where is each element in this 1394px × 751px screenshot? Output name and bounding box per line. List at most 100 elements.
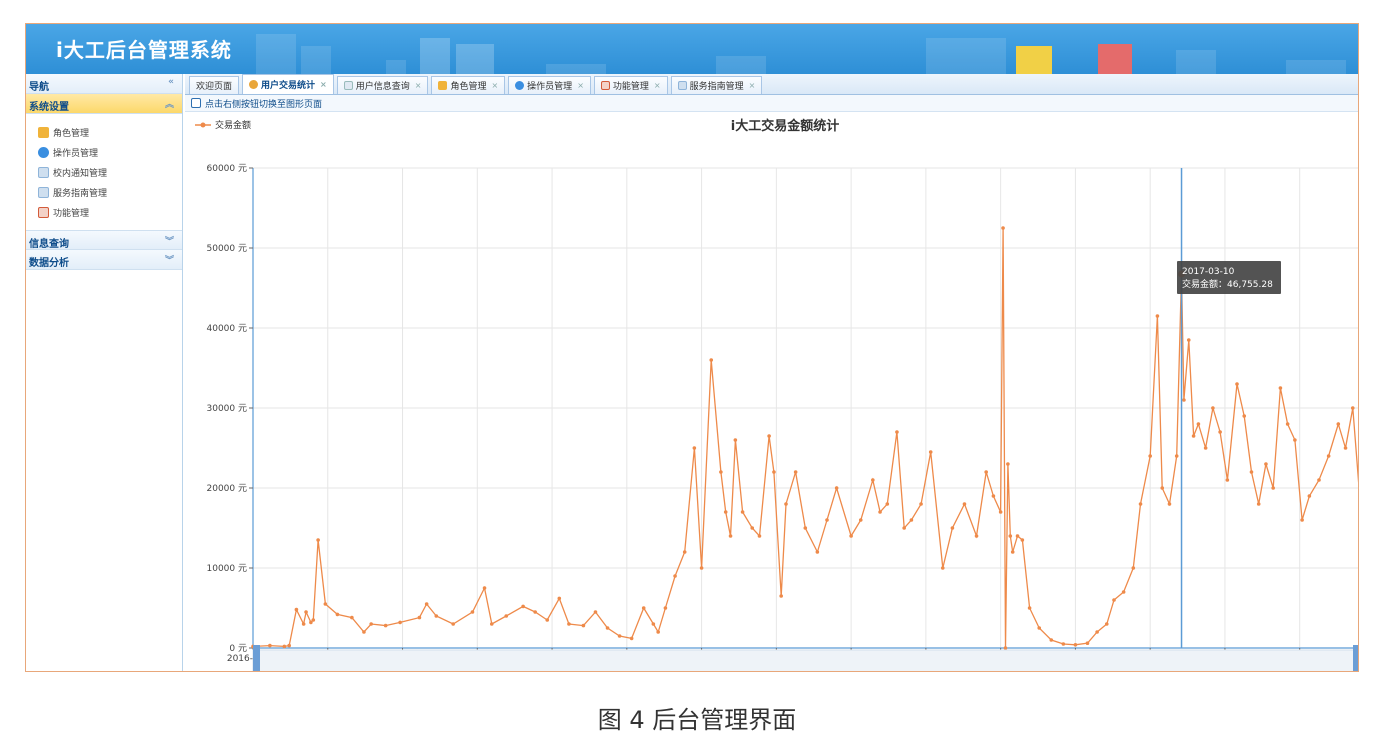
data-point[interactable] (793, 470, 798, 474)
data-point[interactable] (858, 518, 863, 522)
data-point[interactable] (294, 607, 299, 612)
data-point[interactable] (928, 450, 933, 454)
save-icon[interactable] (191, 98, 201, 108)
data-point[interactable] (489, 622, 494, 626)
data-point[interactable] (651, 622, 656, 626)
data-point[interactable] (750, 526, 755, 530)
data-point[interactable] (504, 614, 509, 618)
data-point[interactable] (699, 566, 704, 570)
data-point[interactable] (871, 478, 875, 482)
data-point[interactable] (1278, 386, 1283, 390)
data-point[interactable] (733, 438, 738, 442)
data-point[interactable] (803, 526, 808, 530)
data-point[interactable] (417, 615, 422, 620)
data-point[interactable] (362, 630, 366, 634)
data-point[interactable] (815, 550, 820, 554)
data-point[interactable] (369, 622, 373, 626)
data-point[interactable] (1182, 398, 1186, 402)
data-point[interactable] (1006, 462, 1010, 466)
data-point[interactable] (663, 606, 668, 610)
data-point[interactable] (673, 574, 677, 578)
data-point[interactable] (682, 550, 687, 554)
data-point[interactable] (740, 510, 745, 514)
data-point[interactable] (1148, 454, 1152, 458)
data-point[interactable] (692, 446, 697, 450)
data-point[interactable] (470, 610, 475, 614)
data-point[interactable] (287, 643, 291, 648)
data-point[interactable] (767, 434, 771, 438)
data-point[interactable] (1264, 462, 1268, 466)
zoom-slider[interactable] (252, 645, 1359, 672)
data-point[interactable] (1104, 622, 1109, 626)
data-point[interactable] (350, 615, 354, 620)
data-point[interactable] (1317, 478, 1321, 482)
data-point[interactable] (1242, 414, 1247, 418)
data-point[interactable] (719, 470, 723, 474)
data-point[interactable] (282, 644, 287, 649)
data-point[interactable] (1160, 486, 1165, 490)
tab-user-info[interactable]: 用户信息查询 × (336, 76, 429, 94)
data-point[interactable] (557, 596, 562, 601)
data-point[interactable] (641, 606, 646, 610)
data-point[interactable] (1271, 486, 1275, 490)
data-point[interactable] (617, 634, 622, 638)
data-point[interactable] (1196, 422, 1201, 426)
zoom-handle-left[interactable] (253, 645, 260, 672)
sidebar-section-info-query[interactable]: 信息查询 ︾ (26, 230, 182, 250)
data-point[interactable] (1350, 406, 1355, 410)
data-point[interactable] (1037, 626, 1042, 630)
data-point[interactable] (1073, 643, 1078, 647)
data-point[interactable] (1095, 630, 1099, 634)
data-point[interactable] (1001, 226, 1005, 230)
data-point[interactable] (1225, 478, 1230, 482)
data-point[interactable] (834, 486, 839, 490)
data-point[interactable] (1307, 494, 1312, 498)
data-point[interactable] (998, 510, 1003, 514)
data-point[interactable] (581, 623, 586, 628)
data-point[interactable] (1336, 422, 1341, 426)
data-point[interactable] (885, 502, 890, 506)
data-point[interactable] (1085, 641, 1090, 645)
data-point[interactable] (1020, 538, 1025, 542)
data-point[interactable] (895, 430, 899, 434)
data-point[interactable] (757, 534, 762, 538)
close-icon[interactable]: × (491, 81, 498, 90)
data-point[interactable] (974, 534, 979, 538)
data-point[interactable] (902, 526, 906, 530)
data-point[interactable] (323, 602, 328, 606)
data-point[interactable] (962, 502, 967, 506)
data-point[interactable] (849, 534, 853, 538)
data-point[interactable] (909, 518, 914, 522)
data-point[interactable] (451, 622, 455, 626)
legend-label[interactable]: 交易金额 (215, 119, 251, 131)
data-point[interactable] (521, 604, 525, 609)
tab-guides[interactable]: 服务指南管理 × (670, 76, 763, 94)
tab-operators[interactable]: 操作员管理 × (508, 76, 591, 94)
close-icon[interactable]: × (749, 81, 756, 90)
zoom-handle-right[interactable] (1353, 645, 1359, 672)
data-point[interactable] (772, 470, 776, 474)
data-point[interactable] (316, 538, 320, 542)
data-point[interactable] (1015, 534, 1020, 538)
collapse-icon[interactable]: « (168, 77, 174, 87)
data-point[interactable] (1010, 550, 1015, 554)
data-point[interactable] (567, 622, 571, 626)
data-point[interactable] (991, 494, 996, 498)
data-point[interactable] (434, 614, 439, 618)
data-point[interactable] (1138, 502, 1143, 506)
data-point[interactable] (1285, 422, 1290, 426)
data-point[interactable] (268, 643, 272, 648)
tab-user-transactions[interactable]: 用户交易统计 × (242, 74, 334, 94)
data-point[interactable] (1061, 642, 1066, 646)
sidebar-item-guides[interactable]: 服务指南管理 (38, 182, 182, 202)
data-point[interactable] (482, 586, 487, 590)
data-point[interactable] (1155, 314, 1160, 318)
data-point[interactable] (1203, 446, 1208, 450)
tab-roles[interactable]: 角色管理 × (431, 76, 506, 94)
tab-welcome[interactable]: 欢迎页面 (189, 76, 240, 94)
data-point[interactable] (656, 630, 660, 634)
data-point[interactable] (1167, 502, 1172, 506)
data-point[interactable] (383, 623, 388, 628)
data-point[interactable] (1211, 406, 1215, 410)
data-point[interactable] (919, 502, 923, 506)
